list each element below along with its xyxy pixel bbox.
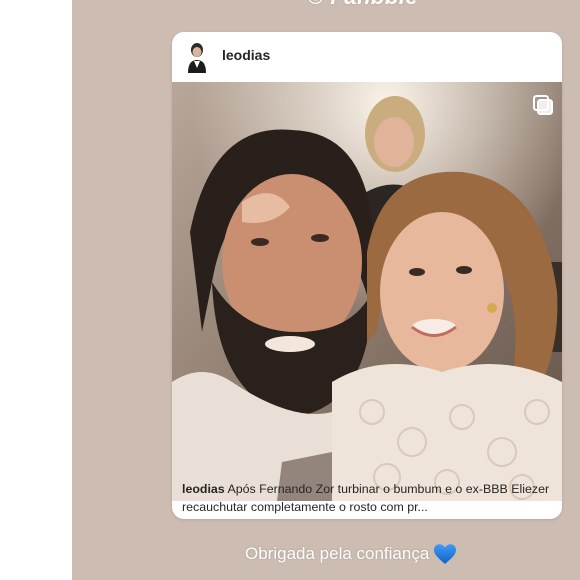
avatar[interactable]	[185, 41, 209, 73]
profile-avatar-icon	[188, 43, 206, 73]
blue-heart-icon	[434, 544, 457, 564]
story-top-sticker-text: © Fanbble	[307, 0, 418, 10]
post-image	[172, 82, 562, 501]
story-footer-text: Obrigada pela confiança	[245, 544, 430, 563]
post-header: leodias	[172, 32, 562, 82]
carousel-icon	[532, 94, 554, 116]
post-caption[interactable]: leodias Após Fernando Zor turbinar o bum…	[182, 480, 552, 516]
post-photo[interactable]	[172, 82, 562, 501]
shared-post-card[interactable]: leodias leodias Após Fernando Zor turbin…	[172, 32, 562, 519]
story-background: © Fanbble leodias	[72, 0, 580, 580]
caption-text: Após Fernando Zor turbinar o bumbum e o …	[182, 482, 550, 514]
post-username[interactable]: leodias	[222, 47, 270, 63]
story-footer: Obrigada pela confiança	[245, 543, 457, 565]
caption-username: leodias	[182, 482, 225, 496]
